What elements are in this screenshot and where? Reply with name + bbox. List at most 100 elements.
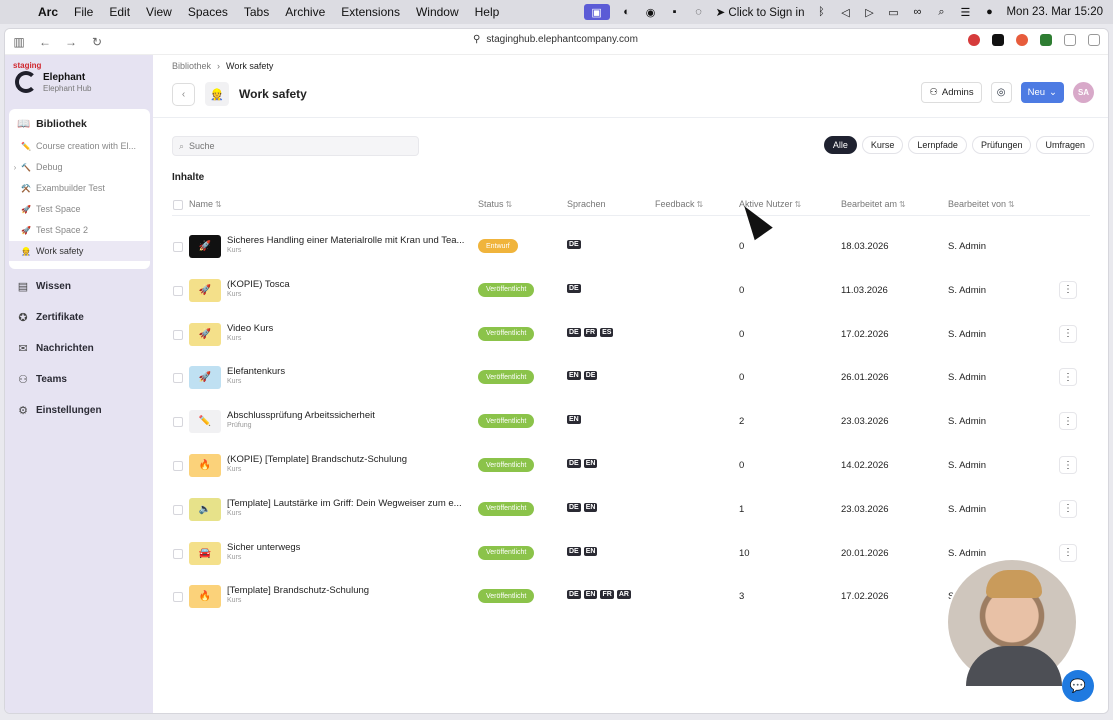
menu-edit[interactable]: Edit [101, 5, 138, 19]
chat-launcher-button[interactable]: 💬 [1062, 670, 1094, 702]
column-header-feedback[interactable]: Feedback ⇅ [655, 199, 703, 209]
filter-kurse[interactable]: Kurse [861, 136, 904, 154]
circle-icon[interactable]: ◐ [620, 5, 634, 19]
filter-umfragen[interactable]: Umfragen [1036, 136, 1094, 154]
row-title[interactable]: Abschlussprüfung Arbeitssicherheit [227, 410, 473, 421]
siri-icon[interactable]: ● [982, 5, 996, 19]
column-header-status[interactable]: Status ⇅ [478, 199, 512, 209]
table-row[interactable]: 🚀 Video Kurs Kurs Veröffentlicht DE FR ES 0 17.0… [153, 313, 1108, 357]
filter-pruefungen[interactable]: Prüfungen [971, 136, 1032, 154]
sidebar-item-nachrichten[interactable]: ✉ Nachrichten [5, 337, 153, 359]
table-row[interactable]: 🔈 [Template] Lautstärke im Griff: Dein We… [153, 488, 1108, 532]
row-checkbox[interactable] [173, 373, 183, 384]
sidebar-item-zertifikate[interactable]: ✪ Zertifikate [5, 306, 153, 328]
filter-lernpfade[interactable]: Lernpfade [908, 136, 967, 154]
menu-spaces[interactable]: Spaces [180, 5, 236, 19]
new-button[interactable]: Neu ⌄ [1020, 82, 1064, 103]
menu-archive[interactable]: Archive [277, 5, 333, 19]
bluetooth-icon[interactable]: ᛒ [814, 5, 828, 19]
sidebar-item-wissen[interactable]: ▤ Wissen [5, 275, 153, 297]
row-checkbox[interactable] [173, 592, 183, 603]
row-more-menu-icon[interactable]: ⋮ [1059, 324, 1077, 343]
filter-alle[interactable]: Alle [823, 136, 857, 154]
row-more-menu-icon[interactable]: ⋮ [1059, 280, 1077, 299]
control-center-icon[interactable]: ☰ [958, 5, 972, 19]
row-title[interactable]: (KOPIE) [Template] Brandschutz-Schulung [227, 454, 473, 465]
table-row[interactable]: 🚘 Sicher unterwegs Kurs Veröffentlicht DE EN 1… [153, 532, 1108, 576]
menu-help[interactable]: Help [467, 5, 508, 19]
menu-file[interactable]: File [66, 5, 101, 19]
menu-extensions[interactable]: Extensions [333, 5, 408, 19]
library-item[interactable]: › 🔨 Debug [9, 157, 150, 177]
row-title[interactable]: [Template] Brandschutz-Schulung [227, 585, 473, 596]
row-title[interactable]: Sicher unterwegs [227, 542, 473, 553]
volume-icon[interactable]: ◁ [838, 5, 852, 19]
row-more-menu-icon[interactable]: ⋮ [1059, 368, 1077, 387]
display-icon[interactable]: ▪ [668, 5, 682, 19]
search-box[interactable]: ⌕ [172, 136, 419, 156]
bottle-icon[interactable]: ◌ [692, 5, 706, 19]
avatar[interactable]: SA [1073, 82, 1094, 103]
row-title[interactable]: (KOPIE) Tosca [227, 279, 473, 290]
row-checkbox[interactable] [173, 548, 183, 559]
screen-share-icon[interactable]: ▣ [583, 4, 610, 20]
table-row[interactable]: 🚀 Elefantenkurs Kurs Veröffentlicht EN DE 0 26.… [153, 356, 1108, 400]
settings-button[interactable]: ◎ [990, 82, 1012, 103]
row-checkbox[interactable] [173, 461, 183, 471]
row-more-menu-icon[interactable]: ⋮ [1059, 499, 1077, 518]
menu-tabs[interactable]: Tabs [236, 5, 277, 19]
row-more-menu-icon[interactable]: ⋮ [1059, 456, 1077, 474]
address-bar[interactable]: ⚲ staginghub.elephantcompany.com [473, 34, 638, 45]
play-icon[interactable]: ▷ [862, 5, 876, 19]
column-header-name[interactable]: Name ⇅ [189, 199, 222, 209]
column-header-edited-by[interactable]: Bearbeitet von ⇅ [948, 199, 1015, 209]
sidebar-item-bibliothek[interactable]: 📖 Bibliothek [17, 117, 87, 131]
table-row[interactable]: 🚀 Sicheres Handling einer Materialrolle m… [153, 225, 1108, 269]
table-row[interactable]: 🔥 (KOPIE) [Template] Brandschutz-Schulung… [153, 444, 1108, 488]
row-more-menu-icon[interactable]: ⋮ [1059, 412, 1077, 431]
forward-arrow-icon[interactable]: → [65, 35, 77, 49]
eye-icon[interactable]: ◉ [644, 5, 658, 19]
select-all-checkbox[interactable] [173, 200, 183, 210]
table-row[interactable]: ✏️ Abschlussprüfung Arbeitssicherheit Prüf… [153, 400, 1108, 444]
extension-icon[interactable] [968, 34, 980, 46]
back-button[interactable]: ‹ [172, 82, 195, 106]
library-item[interactable]: ⚒️ Exambuilder Test [9, 178, 150, 198]
extension-icon[interactable] [1064, 34, 1076, 46]
breadcrumb-parent[interactable]: Bibliothek [172, 61, 211, 71]
menu-window[interactable]: Window [408, 5, 467, 19]
row-checkbox[interactable] [173, 242, 183, 252]
link-icon[interactable]: ∞ [910, 5, 924, 19]
row-title[interactable]: Sicheres Handling einer Materialrolle mi… [227, 235, 473, 246]
sidebar-toggle-icon[interactable]: ▥ [13, 35, 25, 49]
row-checkbox[interactable] [173, 285, 183, 296]
extension-icon[interactable] [1016, 34, 1028, 46]
library-item[interactable]: ✏️ Course creation with El... [9, 136, 150, 156]
back-arrow-icon[interactable]: ← [39, 35, 51, 49]
search-input[interactable] [189, 141, 400, 151]
row-title[interactable]: Elefantenkurs [227, 366, 473, 377]
search-icon[interactable]: ⌕ [934, 5, 948, 19]
column-header-edited-on[interactable]: Bearbeitet am ⇅ [841, 199, 906, 209]
admins-button[interactable]: ⚇ Admins [921, 82, 982, 103]
extension-icon[interactable] [992, 34, 1004, 46]
extension-icon[interactable] [1040, 34, 1052, 46]
row-title[interactable]: [Template] Lautstärke im Griff: Dein Weg… [227, 498, 473, 509]
sidebar-item-teams[interactable]: ⚇ Teams [5, 368, 153, 390]
sign-in-status[interactable]: ➤ Click to Sign in [716, 5, 805, 19]
row-checkbox[interactable] [173, 329, 183, 340]
menu-app[interactable]: Arc [30, 5, 66, 19]
battery-icon[interactable]: ▭ [886, 5, 900, 19]
row-checkbox[interactable] [173, 417, 183, 428]
row-checkbox[interactable] [173, 504, 183, 515]
library-item[interactable]: 🚀 Test Space [9, 199, 150, 219]
sidebar-item-einstellungen[interactable]: ⚙ Einstellungen [5, 399, 153, 421]
row-more-menu-icon[interactable]: ⋮ [1059, 543, 1077, 562]
row-title[interactable]: Video Kurs [227, 323, 473, 334]
library-item[interactable]: 🚀 Test Space 2 [9, 220, 150, 240]
table-row[interactable]: 🚀 (KOPIE) Tosca Kurs Veröffentlicht DE 0 11.03… [153, 269, 1108, 313]
menu-view[interactable]: View [138, 5, 180, 19]
chevron-right-icon[interactable]: › [9, 163, 21, 172]
reload-icon[interactable]: ↻ [91, 35, 103, 49]
split-view-icon[interactable] [1088, 34, 1100, 46]
